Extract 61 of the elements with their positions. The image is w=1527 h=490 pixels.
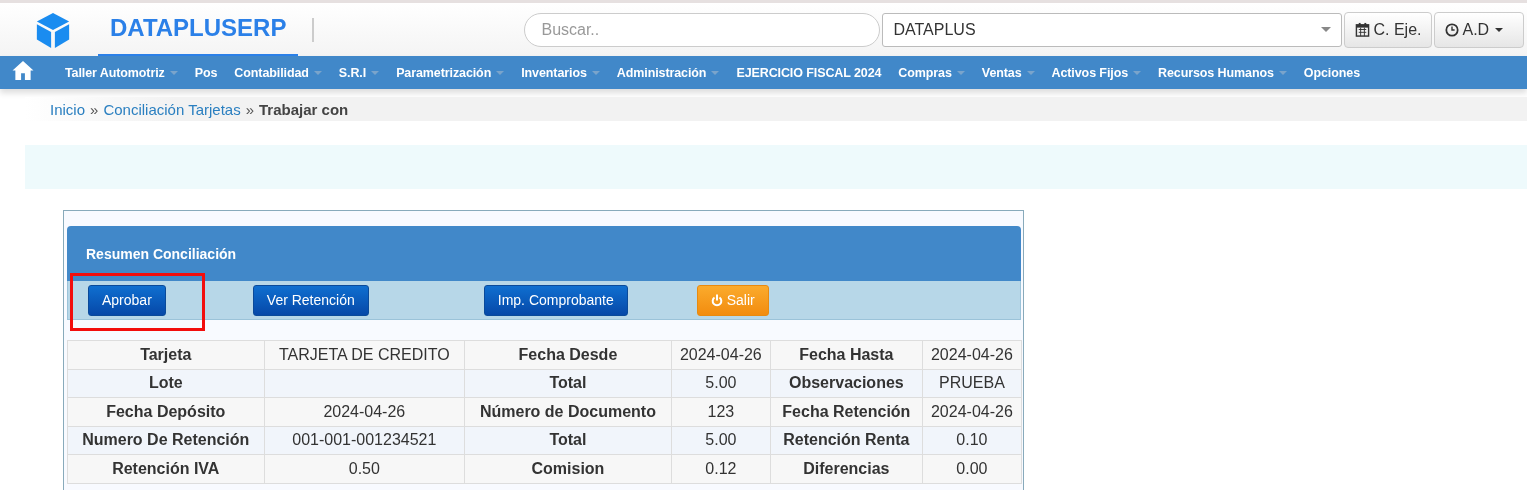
breadcrumb-separator: » <box>90 100 99 118</box>
cube-logo-icon <box>34 10 72 49</box>
field-label: Tarjeta <box>67 340 265 369</box>
breadcrumb-link[interactable]: Conciliación Tarjetas <box>103 100 241 118</box>
company-select[interactable]: DATAPLUS <box>882 12 1343 47</box>
breadcrumb-link[interactable]: Inicio <box>50 100 86 118</box>
user-menu-button[interactable]: A.D <box>1434 11 1525 48</box>
home-icon[interactable] <box>11 60 35 81</box>
panel-title: Resumen Conciliación <box>86 245 237 262</box>
menu-item[interactable]: S.R.I <box>321 65 367 80</box>
field-label: Fecha Retención <box>770 397 923 426</box>
field-label: Retención Renta <box>770 426 923 455</box>
field-value: 5.00 <box>671 426 771 455</box>
field-label: Diferencias <box>770 454 923 483</box>
menu-item[interactable]: Inventarios <box>504 65 587 80</box>
field-value: 123 <box>671 397 771 426</box>
menu-item[interactable]: Taller Automotriz <box>48 65 165 80</box>
menu-item[interactable]: Compras <box>881 65 952 80</box>
field-label: Total <box>464 426 672 455</box>
field-value: 2024-04-26 <box>671 340 771 369</box>
menu-item[interactable]: Ventas <box>964 65 1022 80</box>
calendar-icon <box>1355 22 1371 37</box>
field-label: Lote <box>67 369 265 398</box>
field-label: Fecha Desde <box>464 340 672 369</box>
search-field[interactable]: Buscar.. <box>524 12 881 47</box>
field-label: Fecha Depósito <box>67 397 265 426</box>
menu-item[interactable]: Pos <box>177 65 218 80</box>
power-icon <box>710 293 723 307</box>
field-value: 5.00 <box>671 369 771 398</box>
field-label: Comision <box>464 454 672 483</box>
menu-item[interactable]: Recursos Humanos <box>1141 65 1274 80</box>
menu-item[interactable]: Administración <box>599 65 707 80</box>
field-value: 0.50 <box>264 454 465 483</box>
field-value: 001-001-001234521 <box>264 426 465 455</box>
field-value: 2024-04-26 <box>922 340 1022 369</box>
field-label: Retención IVA <box>67 454 265 483</box>
action-button[interactable]: Ver Retención <box>252 284 369 316</box>
field-label: Observaciones <box>770 369 923 398</box>
field-label: Numero De Retención <box>67 426 265 455</box>
menu-item[interactable]: Opciones <box>1286 65 1360 80</box>
menu-item[interactable]: Contabilidad <box>217 65 309 80</box>
field-value: TARJETA DE CREDITO <box>264 340 465 369</box>
action-button[interactable]: Imp. Comprobante <box>483 284 628 316</box>
field-label: Total <box>464 369 672 398</box>
field-value: PRUEBA <box>922 369 1022 398</box>
breadcrumb-current: Trabajar con <box>259 100 349 118</box>
action-button[interactable]: Aprobar <box>88 284 166 316</box>
menu-item[interactable]: Activos Fijos <box>1034 65 1129 80</box>
field-value: 0.12 <box>671 454 771 483</box>
exit-button[interactable]: Salir <box>696 284 769 316</box>
field-value: 2024-04-26 <box>264 397 465 426</box>
field-value: 0.10 <box>922 426 1022 455</box>
field-value: 0.00 <box>922 454 1022 483</box>
field-label: Número de Documento <box>464 397 672 426</box>
breadcrumb-separator: » <box>245 100 254 118</box>
calendar-button[interactable]: C. Eje. <box>1344 11 1433 48</box>
field-value: 2024-04-26 <box>922 397 1022 426</box>
menu-item[interactable]: EJERCICIO FISCAL 2024 <box>719 65 882 80</box>
menu-item[interactable]: Parametrización <box>379 65 492 80</box>
clock-icon <box>1445 22 1460 37</box>
field-label: Fecha Hasta <box>770 340 923 369</box>
